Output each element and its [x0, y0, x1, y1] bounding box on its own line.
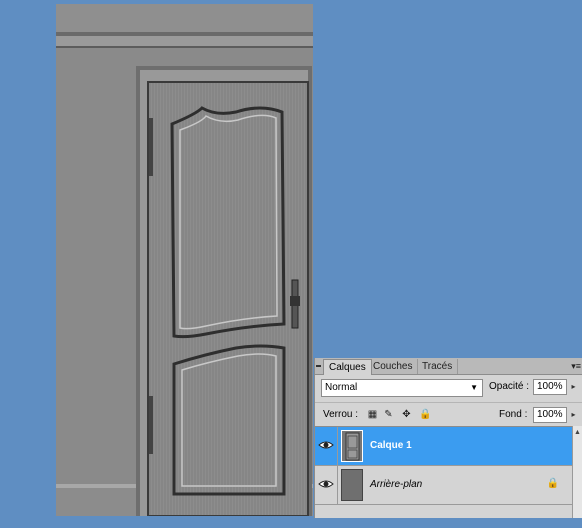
layer-thumbnail — [341, 430, 363, 462]
lock-pixels-icon[interactable]: ✎ — [383, 409, 394, 420]
opacity-label: Opacité : — [489, 381, 530, 392]
panel-menu-icon[interactable]: ▾≡ — [571, 361, 581, 372]
layer-list: Calque 1 Arrière-plan 🔒 — [315, 426, 573, 518]
eye-separator — [337, 427, 338, 465]
opacity-stepper[interactable]: ▸ — [569, 379, 578, 395]
tab-channels[interactable]: Couches — [368, 359, 419, 374]
lock-position-icon[interactable]: ✥ — [401, 409, 412, 420]
chevron-down-icon: ▼ — [470, 383, 478, 392]
opacity-input[interactable]: 100% — [533, 379, 567, 395]
tab-paths[interactable]: Tracés — [417, 359, 459, 374]
lock-transparency-icon[interactable]: ▦ — [367, 409, 378, 420]
blend-mode-value: Normal — [325, 382, 358, 393]
tab-layers[interactable]: Calques — [323, 359, 372, 375]
eye-separator — [337, 466, 338, 504]
door-image — [56, 4, 313, 516]
scroll-up-icon[interactable]: ▲ — [574, 429, 581, 436]
layer-thumbnail — [341, 469, 363, 501]
fill-input[interactable]: 100% — [533, 407, 567, 423]
document-canvas[interactable] — [56, 4, 313, 516]
blend-mode-select[interactable]: Normal ▼ — [321, 379, 483, 397]
layer-name[interactable]: Arrière-plan — [370, 478, 422, 492]
lock-all-icon[interactable]: 🔒 — [419, 409, 431, 420]
layer-row-calque-1[interactable]: Calque 1 — [315, 427, 573, 466]
lock-label: Verrou : — [323, 409, 359, 420]
blend-row: Normal ▼ Opacité : 100% ▸ — [315, 375, 582, 401]
layer-row-background[interactable]: Arrière-plan 🔒 — [315, 466, 573, 505]
layer-name[interactable]: Calque 1 — [370, 439, 412, 453]
layers-panel: Calques Couches Tracés ▾≡ Normal ▼ Opaci… — [314, 358, 582, 518]
eye-icon[interactable] — [317, 475, 335, 493]
eye-icon[interactable] — [317, 436, 335, 454]
panel-grip-icon[interactable] — [316, 365, 321, 367]
fill-label: Fond : — [499, 409, 528, 420]
layer-scrollbar[interactable]: ▲ — [572, 426, 582, 518]
lock-row: Verrou : ▦ ✎ ✥ 🔒 Fond : 100% ▸ — [315, 402, 582, 427]
lock-icon: 🔒 — [546, 478, 559, 489]
fill-stepper[interactable]: ▸ — [569, 407, 578, 423]
panel-tabbar: Calques Couches Tracés ▾≡ — [315, 358, 582, 375]
